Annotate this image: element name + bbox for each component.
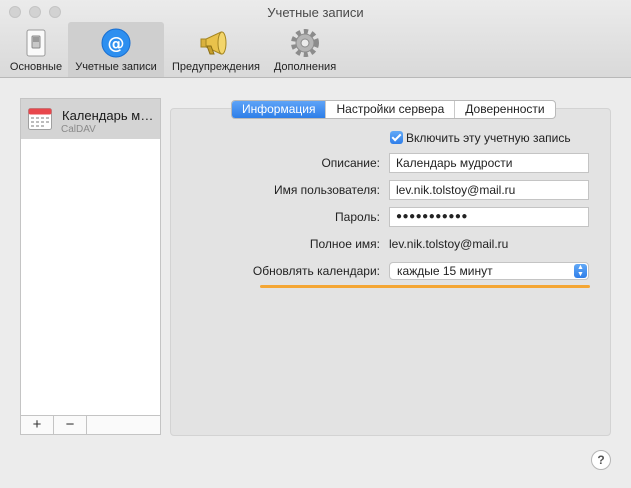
account-type: CalDAV xyxy=(61,124,96,135)
full-name-label: Полное имя: xyxy=(309,237,380,251)
toolbar-label: Основные xyxy=(9,61,63,73)
enable-account-checkbox[interactable] xyxy=(390,131,403,144)
username-label: Имя пользователя: xyxy=(273,183,380,197)
enable-account-label: Включить эту учетную запись xyxy=(406,131,571,145)
account-name: Календарь мудрости xyxy=(62,108,158,123)
toolbar-item-general[interactable]: Основные xyxy=(4,22,68,77)
password-field[interactable]: ●●●●●●●●●●● xyxy=(389,207,589,227)
accounts-list-buttons: + − xyxy=(20,415,161,435)
at-sign-icon: @ xyxy=(101,28,131,58)
megaphone-icon xyxy=(200,31,227,55)
accounts-list: Календарь мудрости CalDAV xyxy=(20,98,161,416)
username-field[interactable]: lev.nik.tolstoy@mail.ru xyxy=(389,180,589,200)
calendar-icon xyxy=(28,108,52,130)
toolbar-label: Учетные записи xyxy=(75,61,157,73)
window-title: Учетные записи xyxy=(267,5,364,20)
description-label: Описание: xyxy=(321,156,380,170)
account-tabs: Информация Настройки сервера Доверенност… xyxy=(231,100,556,119)
toolbar-item-alerts[interactable]: Предупреждения xyxy=(166,22,266,77)
highlight-underline xyxy=(260,285,590,288)
account-row[interactable]: Календарь мудрости CalDAV xyxy=(21,99,160,139)
chevron-up-down-icon: ▲ ▼ xyxy=(574,264,587,278)
password-label: Пароль: xyxy=(335,210,380,224)
toolbar-item-advanced[interactable]: Дополнения xyxy=(268,22,342,77)
svg-text:@: @ xyxy=(108,34,125,54)
full-name-value: lev.nik.tolstoy@mail.ru xyxy=(389,237,509,251)
remove-account-button[interactable]: − xyxy=(54,416,87,434)
refresh-interval-select[interactable]: каждые 15 минут ▲ ▼ xyxy=(389,262,589,280)
help-button[interactable]: ? xyxy=(591,450,611,470)
toolbar-item-accounts[interactable]: @ Учетные записи xyxy=(68,22,164,77)
tab-server-settings[interactable]: Настройки сервера xyxy=(326,101,456,118)
title-bar: Учетные записи Основные @ Учетные записи xyxy=(0,0,631,78)
refresh-calendars-label: Обновлять календари: xyxy=(252,264,380,278)
preferences-window: Учетные записи Основные @ Учетные записи xyxy=(0,0,631,488)
add-account-button[interactable]: + xyxy=(21,416,54,434)
tab-info[interactable]: Информация xyxy=(232,101,327,118)
refresh-interval-value: каждые 15 минут xyxy=(397,264,493,278)
tab-delegation[interactable]: Доверенности xyxy=(455,101,554,118)
toolbar-label: Дополнения xyxy=(273,61,337,73)
description-field[interactable]: Календарь мудрости xyxy=(389,153,589,173)
toolbar-label: Предупреждения xyxy=(172,61,260,73)
general-switch-icon xyxy=(26,29,46,57)
gear-icon xyxy=(291,29,319,57)
